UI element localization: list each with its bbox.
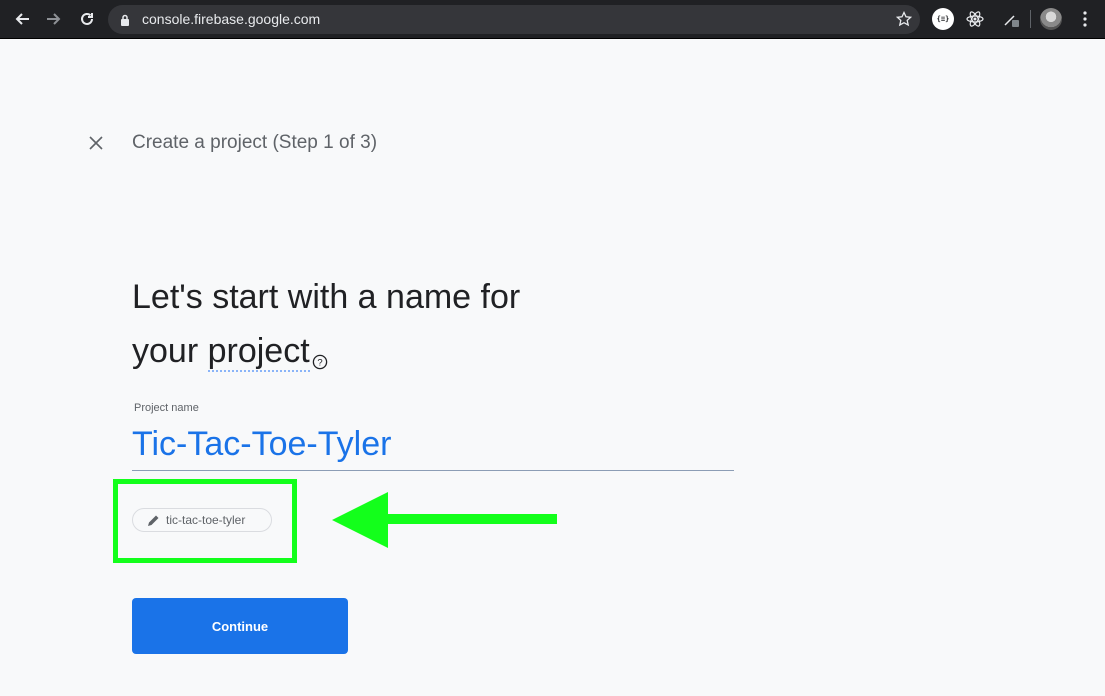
pencil-icon	[147, 514, 160, 527]
annotation-arrow	[330, 490, 560, 555]
address-bar-url: console.firebase.google.com	[142, 11, 321, 27]
project-term-link[interactable]: project	[207, 332, 310, 372]
page-title: Create a project (Step 1 of 3)	[132, 132, 378, 153]
headline-prefix: your	[132, 332, 199, 370]
address-bar[interactable]: console.firebase.google.com	[108, 5, 920, 34]
continue-button[interactable]: Continue	[132, 598, 348, 654]
project-id-chip[interactable]: tic-tac-toe-tyler	[132, 508, 272, 532]
react-devtools-extension-icon[interactable]	[964, 8, 986, 30]
headline-line-1: Let's start with a name for	[132, 278, 521, 316]
back-arrow-icon[interactable]	[12, 9, 32, 29]
reload-icon[interactable]	[77, 9, 97, 29]
eyedropper-extension-icon[interactable]	[1000, 8, 1022, 30]
close-icon[interactable]	[86, 133, 106, 153]
profile-avatar[interactable]	[1040, 8, 1062, 30]
help-icon[interactable]: ?	[312, 332, 328, 386]
browser-menu-icon[interactable]	[1074, 8, 1096, 30]
json-viewer-extension-icon[interactable]: {≡}	[932, 8, 954, 30]
lock-icon	[120, 13, 130, 31]
project-name-input[interactable]	[132, 420, 732, 468]
project-id-text: tic-tac-toe-tyler	[166, 513, 246, 527]
help-symbol: ?	[317, 358, 322, 369]
bookmark-star-icon[interactable]	[895, 10, 913, 32]
project-name-label: Project name	[134, 402, 199, 414]
toolbar-divider	[1030, 10, 1031, 28]
headline: Let's start with a name for your project…	[132, 270, 732, 386]
input-underline	[132, 470, 734, 471]
forward-arrow-icon[interactable]	[44, 9, 64, 29]
headline-line-2: your project ?	[132, 324, 732, 386]
browser-toolbar: console.firebase.google.com {≡}	[0, 0, 1105, 39]
